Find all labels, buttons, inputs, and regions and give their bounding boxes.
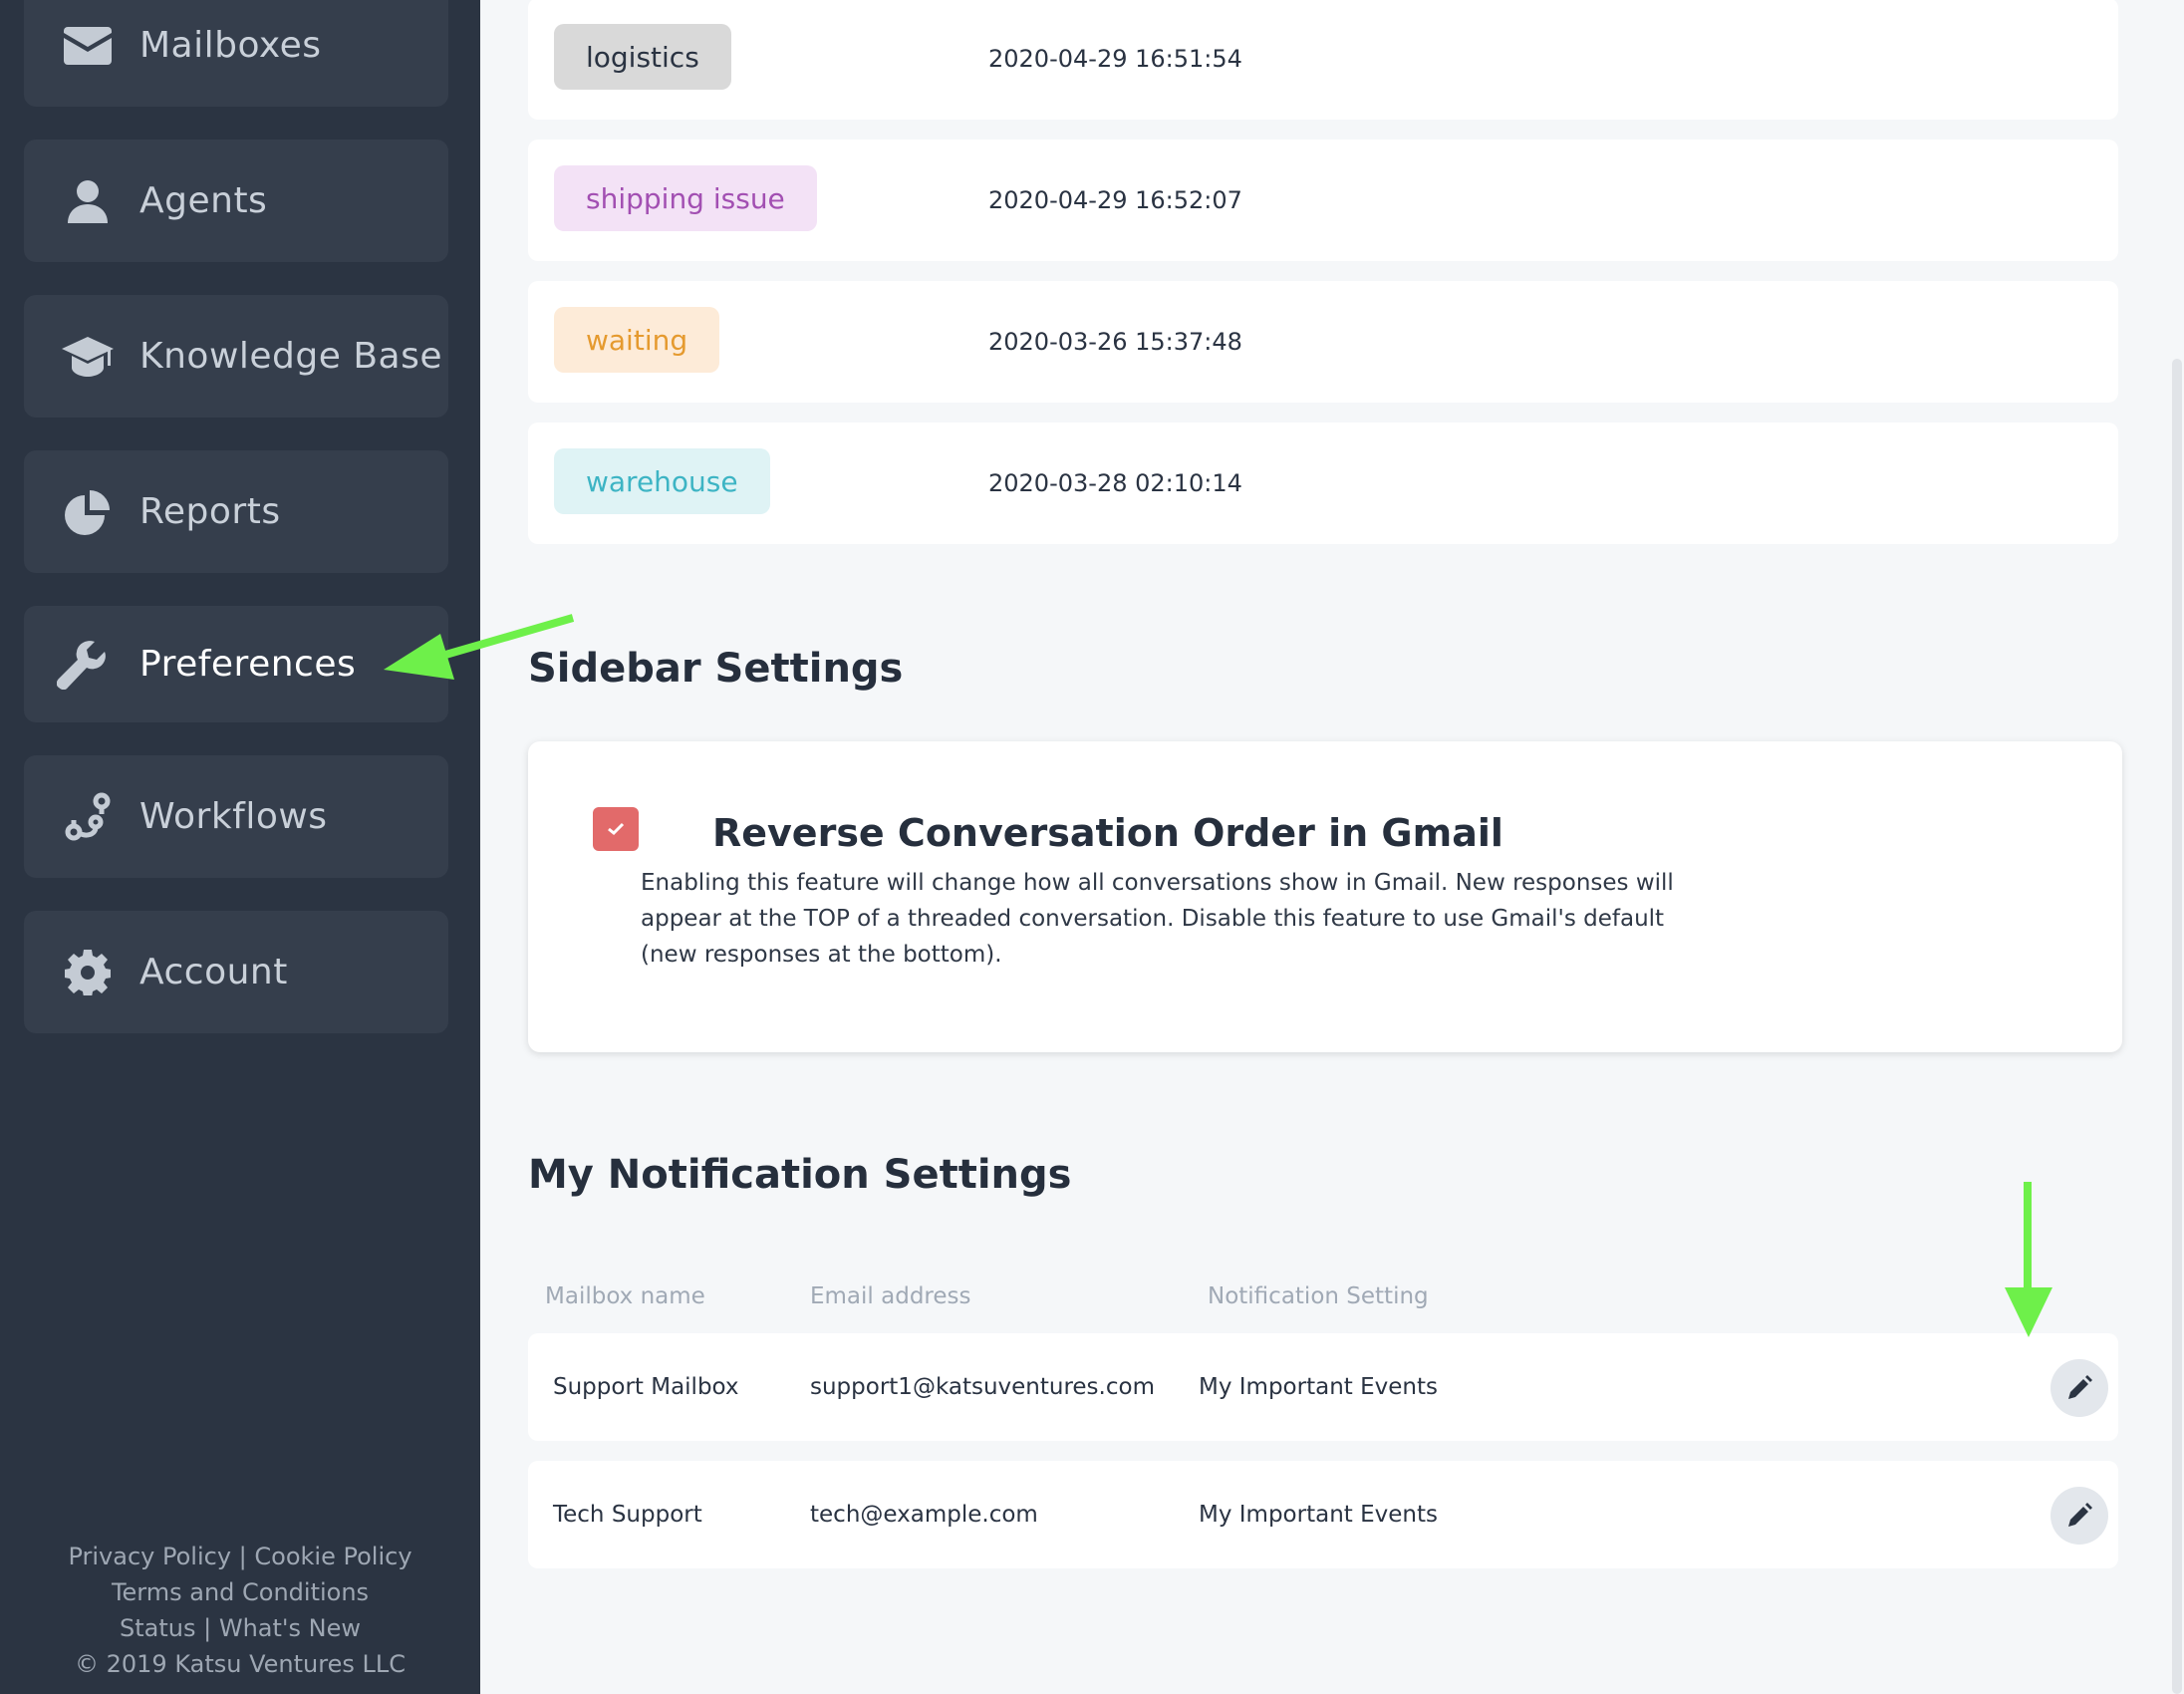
wrench-icon <box>52 635 112 695</box>
sidebar-item-label: Workflows <box>139 796 328 837</box>
tag-pill[interactable]: waiting <box>554 307 720 373</box>
cookie-policy-link[interactable]: Cookie Policy <box>254 1543 411 1570</box>
table-row: Tech Support tech@example.com My Importa… <box>528 1461 2118 1568</box>
sidebar-item-workflows[interactable]: Workflows <box>24 755 448 878</box>
setting-cell: My Important Events <box>1199 1374 1438 1400</box>
check-icon <box>608 822 625 836</box>
email-cell: support1@katsuventures.com <box>810 1374 1155 1400</box>
sidebar-item-label: Reports <box>139 491 281 532</box>
pencil-icon <box>2068 1503 2092 1527</box>
tag-row: waiting 2020-03-26 15:37:48 <box>528 281 2118 403</box>
sidebar-item-label: Account <box>139 952 288 992</box>
sidebar-item-reports[interactable]: Reports <box>24 450 448 573</box>
sidebar-item-mailboxes[interactable]: Mailboxes <box>24 0 448 107</box>
mailbox-name-cell: Tech Support <box>553 1502 702 1528</box>
sidebar: Mailboxes Agents Knowledge Base Reports … <box>0 0 480 1694</box>
sidebar-item-label: Mailboxes <box>139 25 322 66</box>
whats-new-link[interactable]: What's New <box>219 1614 361 1642</box>
footer-separator: | <box>203 1614 212 1642</box>
tag-pill[interactable]: shipping issue <box>554 165 817 231</box>
sidebar-item-label: Knowledge Base <box>139 336 442 377</box>
column-header-email: Email address <box>810 1283 971 1309</box>
pie-chart-icon <box>58 482 118 542</box>
footer-separator: | <box>238 1543 247 1570</box>
main-content: logistics 2020-04-29 16:51:54 shipping i… <box>480 0 2184 1694</box>
tag-row: shipping issue 2020-04-29 16:52:07 <box>528 140 2118 261</box>
tag-pill[interactable]: logistics <box>554 24 731 90</box>
tag-row: logistics 2020-04-29 16:51:54 <box>528 0 2118 120</box>
setting-cell: My Important Events <box>1199 1502 1438 1528</box>
workflow-icon <box>58 787 118 847</box>
sidebar-item-preferences[interactable]: Preferences <box>24 606 448 722</box>
scrollbar[interactable] <box>2172 359 2182 1694</box>
reverse-order-checkbox[interactable] <box>593 807 639 851</box>
option-title: Reverse Conversation Order in Gmail <box>712 811 1503 855</box>
sidebar-footer: Privacy Policy | Cookie Policy Terms and… <box>0 1539 480 1682</box>
edit-button[interactable] <box>2050 1487 2108 1545</box>
notification-settings-title: My Notification Settings <box>528 1152 1072 1198</box>
tag-date: 2020-03-28 02:10:14 <box>988 469 1242 497</box>
tag-pill[interactable]: warehouse <box>554 448 770 514</box>
table-row: Support Mailbox support1@katsuventures.c… <box>528 1333 2118 1441</box>
sidebar-item-account[interactable]: Account <box>24 911 448 1033</box>
terms-link[interactable]: Terms and Conditions <box>112 1578 369 1606</box>
sidebar-item-label: Preferences <box>139 644 357 685</box>
edit-button[interactable] <box>2050 1359 2108 1417</box>
gear-icon <box>58 943 118 1002</box>
column-header-mailbox: Mailbox name <box>545 1283 705 1309</box>
status-link[interactable]: Status <box>120 1614 195 1642</box>
sidebar-settings-card: Reverse Conversation Order in Gmail Enab… <box>528 741 2122 1052</box>
user-icon <box>58 171 118 231</box>
column-header-setting: Notification Setting <box>1208 1283 1429 1309</box>
pencil-icon <box>2068 1375 2092 1399</box>
sidebar-item-label: Agents <box>139 180 268 221</box>
sidebar-item-knowledge-base[interactable]: Knowledge Base <box>24 295 448 418</box>
graduation-cap-icon <box>58 327 118 387</box>
copyright-text: © 2019 Katsu Ventures LLC <box>74 1650 406 1678</box>
option-description: Enabling this feature will change how al… <box>641 870 1674 968</box>
email-cell: tech@example.com <box>810 1502 1038 1528</box>
mailbox-name-cell: Support Mailbox <box>553 1374 739 1400</box>
envelope-icon <box>58 16 118 76</box>
tag-row: warehouse 2020-03-28 02:10:14 <box>528 423 2118 544</box>
tag-date: 2020-03-26 15:37:48 <box>988 328 1242 356</box>
sidebar-settings-title: Sidebar Settings <box>528 646 904 692</box>
privacy-policy-link[interactable]: Privacy Policy <box>68 1543 231 1570</box>
tag-date: 2020-04-29 16:52:07 <box>988 186 1242 214</box>
tag-date: 2020-04-29 16:51:54 <box>988 45 1242 73</box>
sidebar-item-agents[interactable]: Agents <box>24 140 448 262</box>
